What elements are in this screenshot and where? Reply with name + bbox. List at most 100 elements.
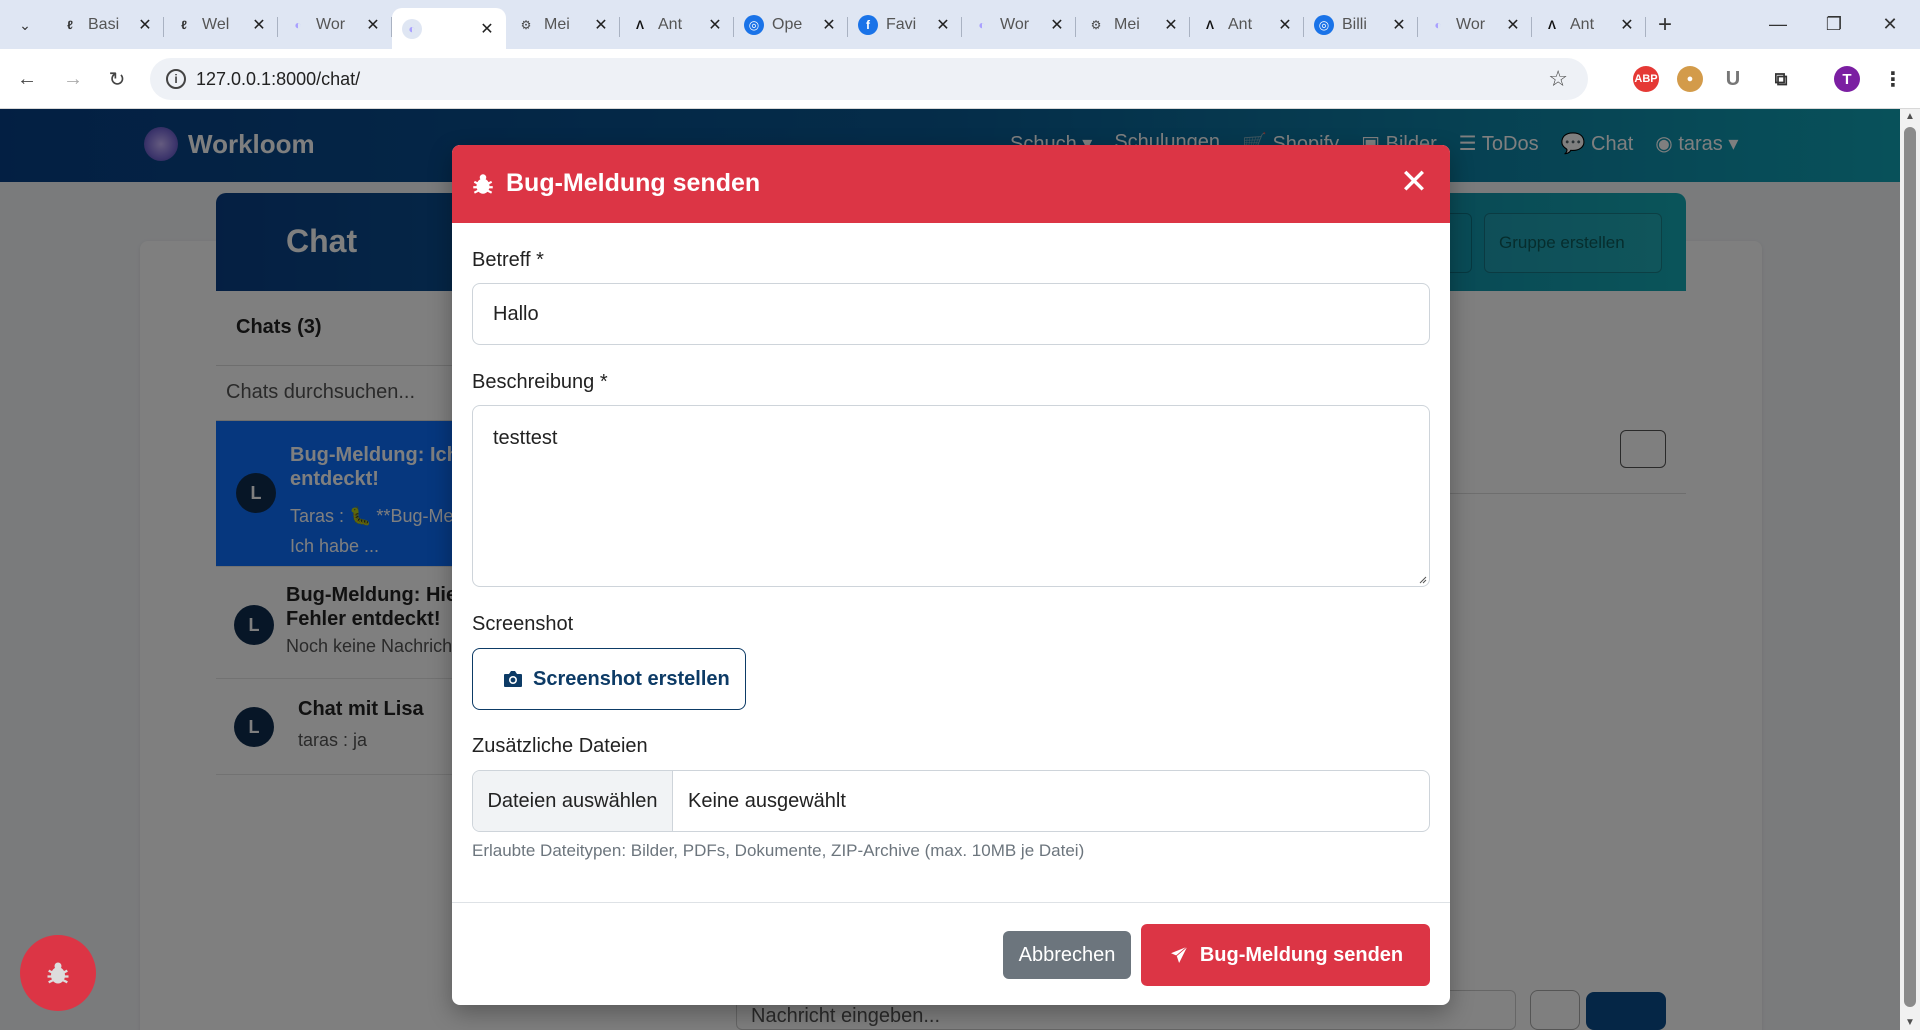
tab-close-icon[interactable]: ✕ [706, 15, 724, 35]
minimize-icon[interactable]: — [1750, 0, 1806, 49]
openai-favicon-icon: ◎ [1314, 15, 1334, 35]
browser-tab[interactable]: ◐ ✕ [392, 8, 506, 49]
extension-u-icon[interactable]: U [1720, 66, 1746, 92]
tab-title: Favi [886, 16, 917, 33]
tab-search-icon[interactable]: ⌄ [10, 10, 40, 40]
tab-close-icon[interactable]: ✕ [1048, 15, 1066, 35]
anthropic-favicon-icon: Λ [1542, 15, 1562, 35]
back-icon[interactable]: ← [12, 64, 42, 94]
restore-icon[interactable]: ❐ [1806, 0, 1862, 49]
reload-icon[interactable]: ↻ [102, 64, 132, 94]
browser-tab[interactable]: Λ Ant ✕ [1190, 8, 1304, 42]
gear-favicon-icon: ⚙ [1086, 15, 1106, 35]
tab-title: Ant [1570, 16, 1595, 33]
tab-close-icon[interactable]: ✕ [1504, 15, 1522, 35]
browser-menu-icon[interactable]: ⋮ [1880, 66, 1906, 92]
spinner-favicon-icon: ◐ [402, 18, 422, 39]
url-field[interactable]: i 127.0.0.1:8000/chat/ ☆ [150, 58, 1588, 100]
browser-tab[interactable]: ◐ Wor ✕ [1418, 8, 1532, 42]
browser-tab[interactable]: Λ Ant ✕ [620, 8, 734, 42]
paper-plane-icon [1168, 944, 1189, 966]
scroll-up-icon[interactable]: ▲ [1904, 111, 1916, 122]
tab-close-icon[interactable]: ✕ [1390, 15, 1408, 35]
tab-title: Wel [202, 16, 230, 33]
window-close-icon[interactable]: ✕ [1862, 0, 1918, 49]
tab-close-icon[interactable]: ✕ [934, 15, 952, 35]
gear-favicon-icon: ⚙ [516, 15, 536, 35]
extensions-puzzle-icon[interactable]: ⧉ [1768, 66, 1794, 92]
browser-tab-bar: ⌄ ℓ Basi ✕ ℓ Wel ✕ ◐ Wor ✕ ◐ ✕ ⚙ Mei ✕ Λ Ant ✕ ◎ Ope ✕ f Favi… [0, 0, 1920, 49]
profile-avatar[interactable]: T [1834, 66, 1860, 92]
tab-close-icon[interactable]: ✕ [1276, 15, 1294, 35]
tab-close-icon[interactable]: ✕ [364, 15, 382, 35]
description-text: testtest [493, 427, 558, 449]
forward-icon[interactable]: → [58, 64, 88, 94]
submit-label: Bug-Meldung senden [1199, 943, 1404, 966]
scroll-down-icon[interactable]: ▼ [1904, 1017, 1916, 1028]
browser-tab[interactable]: ℓ Wel ✕ [164, 8, 278, 42]
cookie-icon[interactable]: ● [1677, 66, 1703, 92]
browser-tab[interactable]: ◎ Billi ✕ [1304, 8, 1418, 42]
camera-icon [504, 671, 522, 687]
bug-report-fab[interactable] [20, 935, 96, 1011]
file-types-hint: Erlaubte Dateitypen: Bilder, PDFs, Dokum… [472, 841, 1085, 860]
modal-footer-divider [452, 902, 1450, 903]
screenshot-label: Screenshot [472, 613, 574, 635]
tab-title: Mei [544, 16, 570, 33]
files-label: Zusätzliche Dateien [472, 735, 648, 757]
screenshot-button[interactable]: Screenshot erstellen [472, 648, 746, 710]
browser-tab[interactable]: f Favi ✕ [848, 8, 962, 42]
bug-report-modal: Bug-Meldung senden ✕ Betreff * Hallo Bes… [452, 145, 1450, 1005]
subject-field[interactable]: Hallo [472, 283, 1430, 345]
submit-bug-report-button[interactable]: Bug-Meldung senden [1141, 924, 1430, 986]
bug-icon [47, 962, 69, 984]
tab-close-icon[interactable]: ✕ [820, 15, 838, 35]
modal-title: Bug-Meldung senden [506, 169, 761, 197]
file-input[interactable]: Dateien auswählen Keine ausgewählt [472, 770, 1430, 832]
bookmark-star-icon[interactable]: ☆ [1548, 66, 1568, 92]
browser-tab[interactable]: ◐ Wor ✕ [278, 8, 392, 42]
tab-strip: ℓ Basi ✕ ℓ Wel ✕ ◐ Wor ✕ ◐ ✕ ⚙ Mei ✕ Λ Ant ✕ ◎ Ope ✕ f Favi ✕ ◐… [50, 8, 1646, 49]
spinner-favicon-icon: ◐ [972, 15, 992, 35]
tab-title: Wor [316, 16, 346, 33]
scrollbar-thumb[interactable] [1904, 127, 1916, 1007]
tab-title: Mei [1114, 16, 1140, 33]
tab-title: Ant [1228, 16, 1253, 33]
tab-title: Basi [88, 16, 120, 33]
close-icon[interactable]: ✕ [1396, 165, 1432, 201]
choose-files-button[interactable]: Dateien auswählen [473, 771, 673, 831]
site-info-icon[interactable]: i [166, 69, 186, 89]
tab-close-icon[interactable]: ✕ [592, 15, 610, 35]
tab-close-icon[interactable]: ✕ [250, 15, 268, 35]
description-field[interactable]: testtest [472, 405, 1430, 587]
spinner-favicon-icon: ◐ [1428, 15, 1448, 35]
screenshot-button-label: Screenshot erstellen [533, 667, 730, 690]
tab-close-icon[interactable]: ✕ [1162, 15, 1180, 35]
url-text: 127.0.0.1:8000/chat/ [196, 68, 361, 89]
new-tab-button[interactable]: + [1650, 10, 1680, 40]
tab-close-icon[interactable]: ✕ [136, 15, 154, 35]
tab-title: Ant [658, 16, 683, 33]
anthropic-favicon-icon: Λ [1200, 15, 1220, 35]
browser-tab[interactable]: ⚙ Mei ✕ [1076, 8, 1190, 42]
browser-tab[interactable]: ◎ Ope ✕ [734, 8, 848, 42]
cancel-button[interactable]: Abbrechen [1003, 931, 1131, 979]
anthropic-favicon-icon: Λ [630, 15, 650, 35]
browser-tab[interactable]: ℓ Basi ✕ [50, 8, 164, 42]
resize-handle-icon[interactable] [1417, 574, 1427, 584]
tab-title: Billi [1342, 16, 1367, 33]
browser-tab[interactable]: Λ Ant ✕ [1532, 8, 1646, 42]
description-label: Beschreibung * [472, 371, 608, 393]
tab-title: Ope [772, 16, 803, 33]
bug-icon [473, 174, 493, 194]
feather-favicon-icon: ℓ [174, 15, 194, 35]
tab-title: Wor [1456, 16, 1486, 33]
adblock-icon[interactable]: ABP [1633, 66, 1659, 92]
browser-tab[interactable]: ⚙ Mei ✕ [506, 8, 620, 42]
modal-header: Bug-Meldung senden ✕ [452, 145, 1450, 223]
tab-close-icon[interactable]: ✕ [1618, 15, 1636, 35]
page-scrollbar[interactable]: ▲ ▼ [1900, 109, 1920, 1030]
browser-tab[interactable]: ◐ Wor ✕ [962, 8, 1076, 42]
tab-close-icon[interactable]: ✕ [478, 19, 496, 39]
f-favicon-icon: f [858, 15, 878, 35]
